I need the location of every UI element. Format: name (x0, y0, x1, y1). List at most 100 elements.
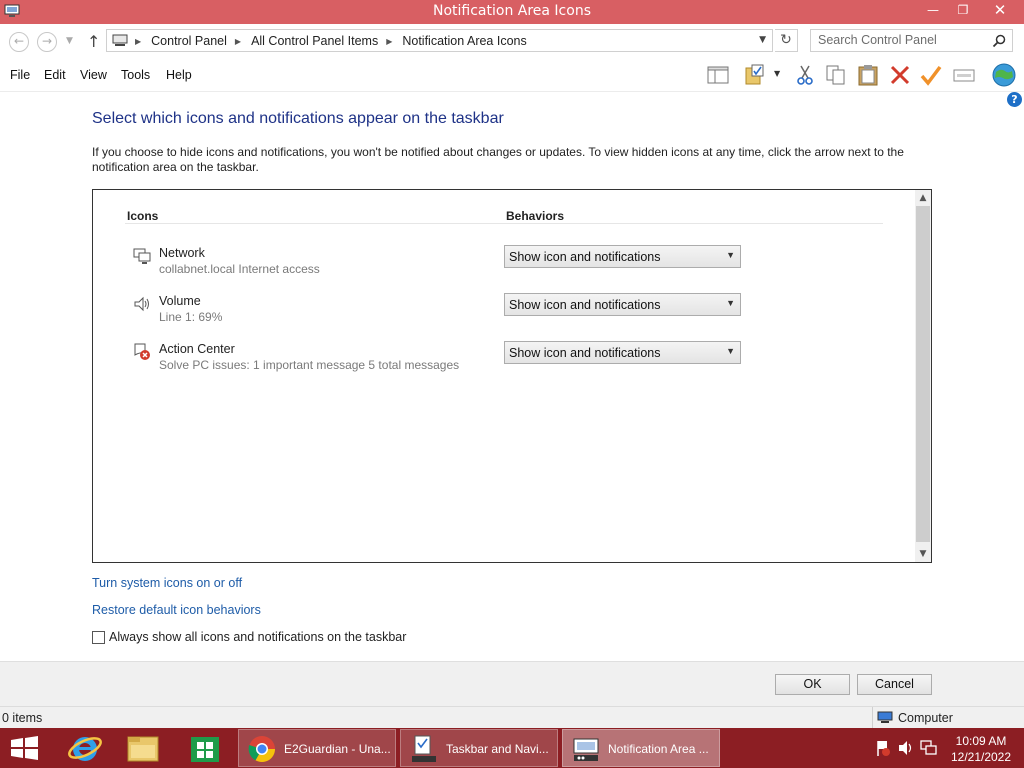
arrow-right-icon: → (41, 34, 53, 48)
page-title: Select which icons and notifications app… (92, 110, 504, 127)
chevron-right-icon[interactable]: ▶ (386, 37, 392, 46)
chevron-down-icon: ▼ (726, 250, 735, 260)
windows-store-icon[interactable] (175, 728, 235, 768)
breadcrumb-notification-area[interactable]: Notification Area Icons (402, 34, 526, 48)
help-icon[interactable]: ? (1007, 92, 1022, 107)
action-center-flag-icon[interactable] (873, 728, 893, 768)
refresh-icon: ↻ (780, 32, 792, 48)
behavior-select-value: Show icon and notifications (509, 346, 661, 360)
breadcrumb-control-panel[interactable]: Control Panel (151, 34, 227, 48)
taskbar-item-label: E2Guardian - Una... (284, 742, 391, 756)
search-box[interactable] (810, 29, 1013, 52)
behavior-select-volume[interactable]: Show icon and notifications ▼ (504, 293, 741, 316)
restore-defaults-link[interactable]: Restore default icon behaviors (92, 603, 261, 617)
zone-label: Computer (898, 711, 953, 725)
clock-time: 10:09 AM (955, 734, 1007, 748)
network-icon (133, 248, 151, 264)
taskbar-item-label: Taskbar and Navi... (446, 742, 549, 756)
list-item-volume: Volume Line 1: 69% Show icon and notific… (93, 293, 913, 337)
cut-icon[interactable] (794, 64, 816, 86)
menu-file[interactable]: File (10, 68, 30, 82)
copy-icon[interactable] (825, 64, 847, 86)
scroll-down-icon[interactable]: ▼ (915, 546, 931, 562)
item-description: collabnet.local Internet access (159, 262, 320, 276)
preview-pane-icon[interactable] (707, 64, 729, 86)
menu-view[interactable]: View (80, 68, 107, 82)
minimize-button[interactable]: — (918, 0, 948, 22)
maximize-button[interactable]: ❐ (948, 0, 978, 22)
volume-icon (134, 296, 149, 312)
behavior-select-network[interactable]: Show icon and notifications ▼ (504, 245, 741, 268)
breadcrumb: ▶ Control Panel ▶ All Control Panel Item… (135, 34, 527, 48)
chevron-down-icon: ▼ (726, 298, 735, 308)
behavior-select-action-center[interactable]: Show icon and notifications ▼ (504, 341, 741, 364)
ok-button[interactable]: OK (775, 674, 850, 695)
title-bar: Notification Area Icons — ❐ ✕ (0, 0, 1024, 24)
item-count: 0 items (2, 711, 43, 725)
recent-locations-dropdown[interactable]: ▼ (66, 36, 73, 46)
back-button[interactable]: ← (9, 32, 29, 52)
column-header-icons: Icons (127, 209, 159, 223)
address-bar[interactable]: ▶ Control Panel ▶ All Control Panel Item… (106, 29, 773, 52)
arrow-up-icon: ↑ (87, 32, 101, 51)
computer-icon (112, 34, 128, 46)
paste-icon[interactable] (857, 64, 879, 86)
breadcrumb-all-items[interactable]: All Control Panel Items (251, 34, 378, 48)
system-clock[interactable]: 10:09 AM 12/21/2022 (944, 733, 1018, 765)
list-item-network: Network collabnet.local Internet access … (93, 245, 913, 289)
search-input[interactable] (818, 33, 988, 47)
taskbar-item-chrome[interactable]: E2Guardian - Una... (238, 729, 396, 767)
checkmark-icon[interactable] (920, 64, 942, 86)
behavior-select-value: Show icon and notifications (509, 250, 661, 264)
address-row: ← → ▼ ↑ ▶ Control Panel ▶ All Control Pa… (0, 24, 1024, 58)
clock-date: 12/21/2022 (950, 750, 1012, 764)
dialog-footer: OK Cancel (0, 661, 1024, 706)
page-description: If you choose to hide icons and notifica… (92, 145, 904, 174)
chevron-down-icon: ▼ (726, 346, 735, 356)
item-description: Solve PC issues: 1 important message 5 t… (159, 358, 460, 372)
taskbar-properties-icon (412, 735, 436, 762)
window-title: Notification Area Icons (432, 3, 591, 19)
scrollbar-thumb[interactable] (916, 206, 930, 542)
volume-tray-icon[interactable] (896, 728, 916, 768)
menu-tools[interactable]: Tools (121, 68, 150, 82)
refresh-button[interactable]: ↻ (775, 29, 798, 52)
scroll-up-icon[interactable]: ▲ (915, 190, 931, 206)
vertical-scrollbar[interactable]: ▲ ▼ (915, 190, 931, 562)
turn-system-icons-link[interactable]: Turn system icons on or off (92, 576, 242, 590)
item-name: Action Center (159, 342, 235, 356)
internet-explorer-icon[interactable] (56, 728, 116, 768)
taskbar-item-label: Notification Area ... (608, 742, 709, 756)
column-header-behaviors: Behaviors (506, 209, 565, 223)
search-icon[interactable] (992, 34, 1006, 48)
cancel-button[interactable]: Cancel (857, 674, 932, 695)
network-tray-icon[interactable] (919, 728, 939, 768)
menu-edit[interactable]: Edit (44, 68, 66, 82)
up-button[interactable]: ↑ (87, 32, 100, 51)
chevron-down-icon[interactable]: ▼ (774, 69, 784, 91)
chevron-right-icon[interactable]: ▶ (235, 37, 241, 46)
always-show-row: Always show all icons and notifications … (92, 630, 406, 644)
close-button[interactable]: ✕ (982, 0, 1018, 22)
notification-area-icon (573, 738, 599, 761)
start-windows-icon[interactable] (0, 728, 50, 768)
always-show-checkbox[interactable] (92, 630, 105, 644)
menu-help[interactable]: Help (166, 68, 192, 82)
taskbar: E2Guardian - Una... Taskbar and Navi... … (0, 728, 1024, 768)
forward-button[interactable]: → (37, 32, 57, 52)
taskbar-item-notification-area[interactable]: Notification Area ... (562, 729, 720, 767)
delete-icon[interactable] (889, 64, 911, 86)
arrow-left-icon: ← (13, 34, 25, 48)
always-show-label[interactable]: Always show all icons and notifications … (109, 630, 406, 644)
properties-icon[interactable] (953, 64, 975, 86)
chevron-down-icon[interactable]: ▼ (759, 35, 766, 45)
header-divider (125, 223, 883, 224)
taskbar-item-taskbar-navigation[interactable]: Taskbar and Navi... (400, 729, 558, 767)
globe-icon[interactable] (991, 62, 1017, 88)
action-center-icon (134, 343, 150, 360)
file-explorer-icon[interactable] (114, 728, 174, 768)
chevron-right-icon[interactable]: ▶ (135, 37, 141, 46)
folder-check-icon[interactable] (744, 64, 766, 86)
status-bar: 0 items Computer (0, 706, 1024, 729)
item-description: Line 1: 69% (159, 310, 223, 324)
